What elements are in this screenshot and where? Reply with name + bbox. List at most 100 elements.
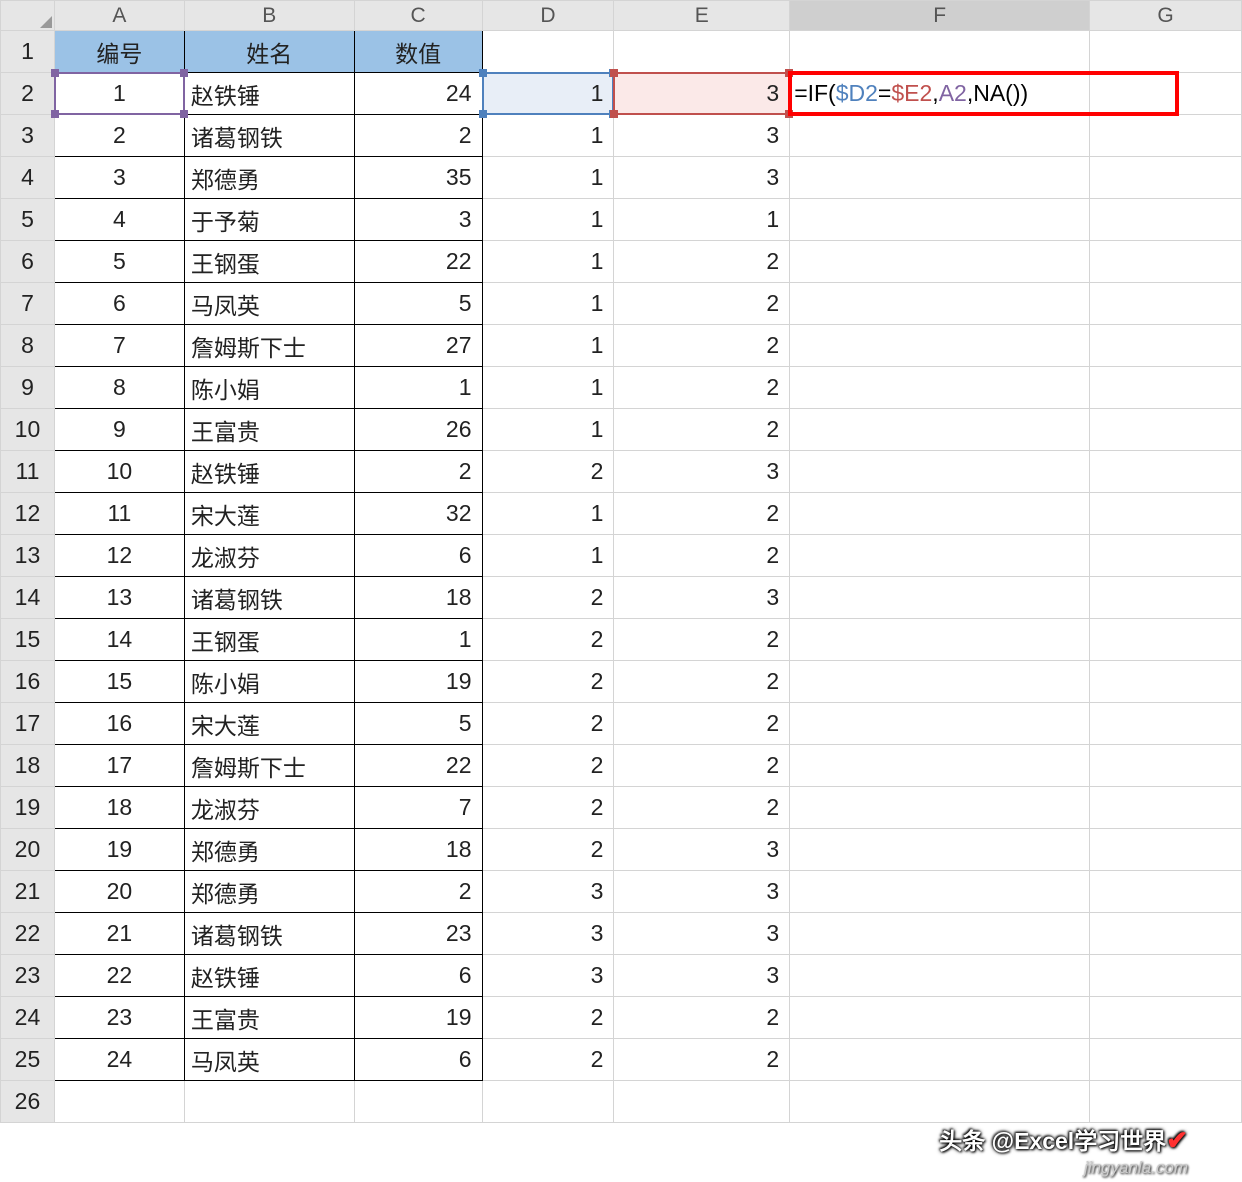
cell[interactable]: 14 [54,619,184,661]
cell[interactable]: 19 [354,661,482,703]
col-header-C[interactable]: C [354,1,482,31]
cell[interactable] [1090,745,1242,787]
cell[interactable]: 陈小娟 [184,661,354,703]
cell[interactable] [790,283,1090,325]
cell[interactable]: 2 [482,661,614,703]
cell[interactable]: 1 [482,241,614,283]
cell[interactable]: 马凤英 [184,283,354,325]
cell[interactable] [790,535,1090,577]
header-name[interactable]: 姓名 [184,31,354,73]
cell[interactable]: 18 [354,577,482,619]
cell[interactable] [1090,1039,1242,1081]
row-header[interactable]: 17 [1,703,55,745]
row-header[interactable]: 26 [1,1081,55,1123]
cell[interactable]: 2 [482,577,614,619]
cell[interactable]: 2 [614,367,790,409]
cell[interactable]: 马凤英 [184,1039,354,1081]
row-header[interactable]: 25 [1,1039,55,1081]
cell-C2[interactable]: 24 [354,73,482,115]
cell[interactable]: 2 [54,115,184,157]
cell[interactable] [1090,1081,1242,1123]
cell[interactable]: 王富贵 [184,997,354,1039]
cell[interactable]: 3 [614,913,790,955]
cell[interactable]: 1 [482,409,614,451]
row-header[interactable]: 3 [1,115,55,157]
cell[interactable]: 2 [614,241,790,283]
cell[interactable] [1090,157,1242,199]
cell[interactable]: 2 [482,997,614,1039]
row-header[interactable]: 16 [1,661,55,703]
cell[interactable]: 诸葛钢铁 [184,115,354,157]
cell[interactable] [790,241,1090,283]
cell[interactable]: 3 [482,955,614,997]
row-header[interactable]: 11 [1,451,55,493]
cell[interactable] [790,367,1090,409]
cell[interactable]: 4 [54,199,184,241]
cell[interactable]: 27 [354,325,482,367]
cell-A2[interactable]: 1 [54,73,184,115]
cell[interactable] [54,1081,184,1123]
cell-B2[interactable]: 赵铁锤 [184,73,354,115]
cell[interactable] [790,703,1090,745]
cell[interactable] [1090,661,1242,703]
cell[interactable]: 17 [54,745,184,787]
cell[interactable] [790,829,1090,871]
cell[interactable] [1090,409,1242,451]
cell[interactable] [790,451,1090,493]
cell[interactable] [1090,871,1242,913]
cell[interactable] [1090,115,1242,157]
cell[interactable]: 赵铁锤 [184,955,354,997]
cell[interactable]: 2 [354,115,482,157]
cell[interactable]: 8 [54,367,184,409]
cell[interactable]: 王钢蛋 [184,619,354,661]
spreadsheet-grid[interactable]: A B C D E F G 1 编号 姓名 数值 2 1 赵铁锤 24 1 3 [0,0,1242,1123]
cell[interactable] [1090,997,1242,1039]
row-header[interactable]: 1 [1,31,55,73]
row-header[interactable]: 4 [1,157,55,199]
cell[interactable] [1090,367,1242,409]
cell[interactable]: 龙淑芬 [184,535,354,577]
cell[interactable]: 22 [54,955,184,997]
cell[interactable] [1090,451,1242,493]
cell[interactable] [1090,955,1242,997]
cell[interactable]: 1 [482,493,614,535]
cell[interactable]: 10 [54,451,184,493]
cell[interactable] [1090,31,1242,73]
cell[interactable]: 1 [482,157,614,199]
cell[interactable]: 龙淑芬 [184,787,354,829]
cell[interactable]: 1 [354,367,482,409]
cell[interactable]: 2 [482,787,614,829]
cell[interactable]: 18 [54,787,184,829]
row-header[interactable]: 10 [1,409,55,451]
cell[interactable]: 2 [482,1039,614,1081]
cell[interactable] [790,871,1090,913]
row-header[interactable]: 18 [1,745,55,787]
cell[interactable] [790,787,1090,829]
cell[interactable]: 郑德勇 [184,871,354,913]
cell[interactable]: 3 [354,199,482,241]
cell[interactable]: 2 [614,745,790,787]
cell[interactable] [1090,535,1242,577]
cell[interactable]: 1 [482,199,614,241]
cell[interactable]: 郑德勇 [184,157,354,199]
row-header[interactable]: 22 [1,913,55,955]
cell[interactable]: 3 [482,913,614,955]
cell[interactable]: 3 [54,157,184,199]
cell[interactable] [1090,577,1242,619]
cell[interactable]: 宋大莲 [184,703,354,745]
col-header-F[interactable]: F [790,1,1090,31]
cell[interactable]: 3 [614,955,790,997]
cell[interactable]: 15 [54,661,184,703]
cell[interactable] [790,31,1090,73]
cell[interactable] [184,1081,354,1123]
cell[interactable]: 6 [354,955,482,997]
row-header[interactable]: 21 [1,871,55,913]
row-header[interactable]: 14 [1,577,55,619]
cell[interactable]: 宋大莲 [184,493,354,535]
cell[interactable] [790,661,1090,703]
cell[interactable]: 2 [614,325,790,367]
col-header-D[interactable]: D [482,1,614,31]
cell[interactable]: 3 [614,577,790,619]
cell[interactable] [790,325,1090,367]
cell[interactable]: 6 [354,1039,482,1081]
